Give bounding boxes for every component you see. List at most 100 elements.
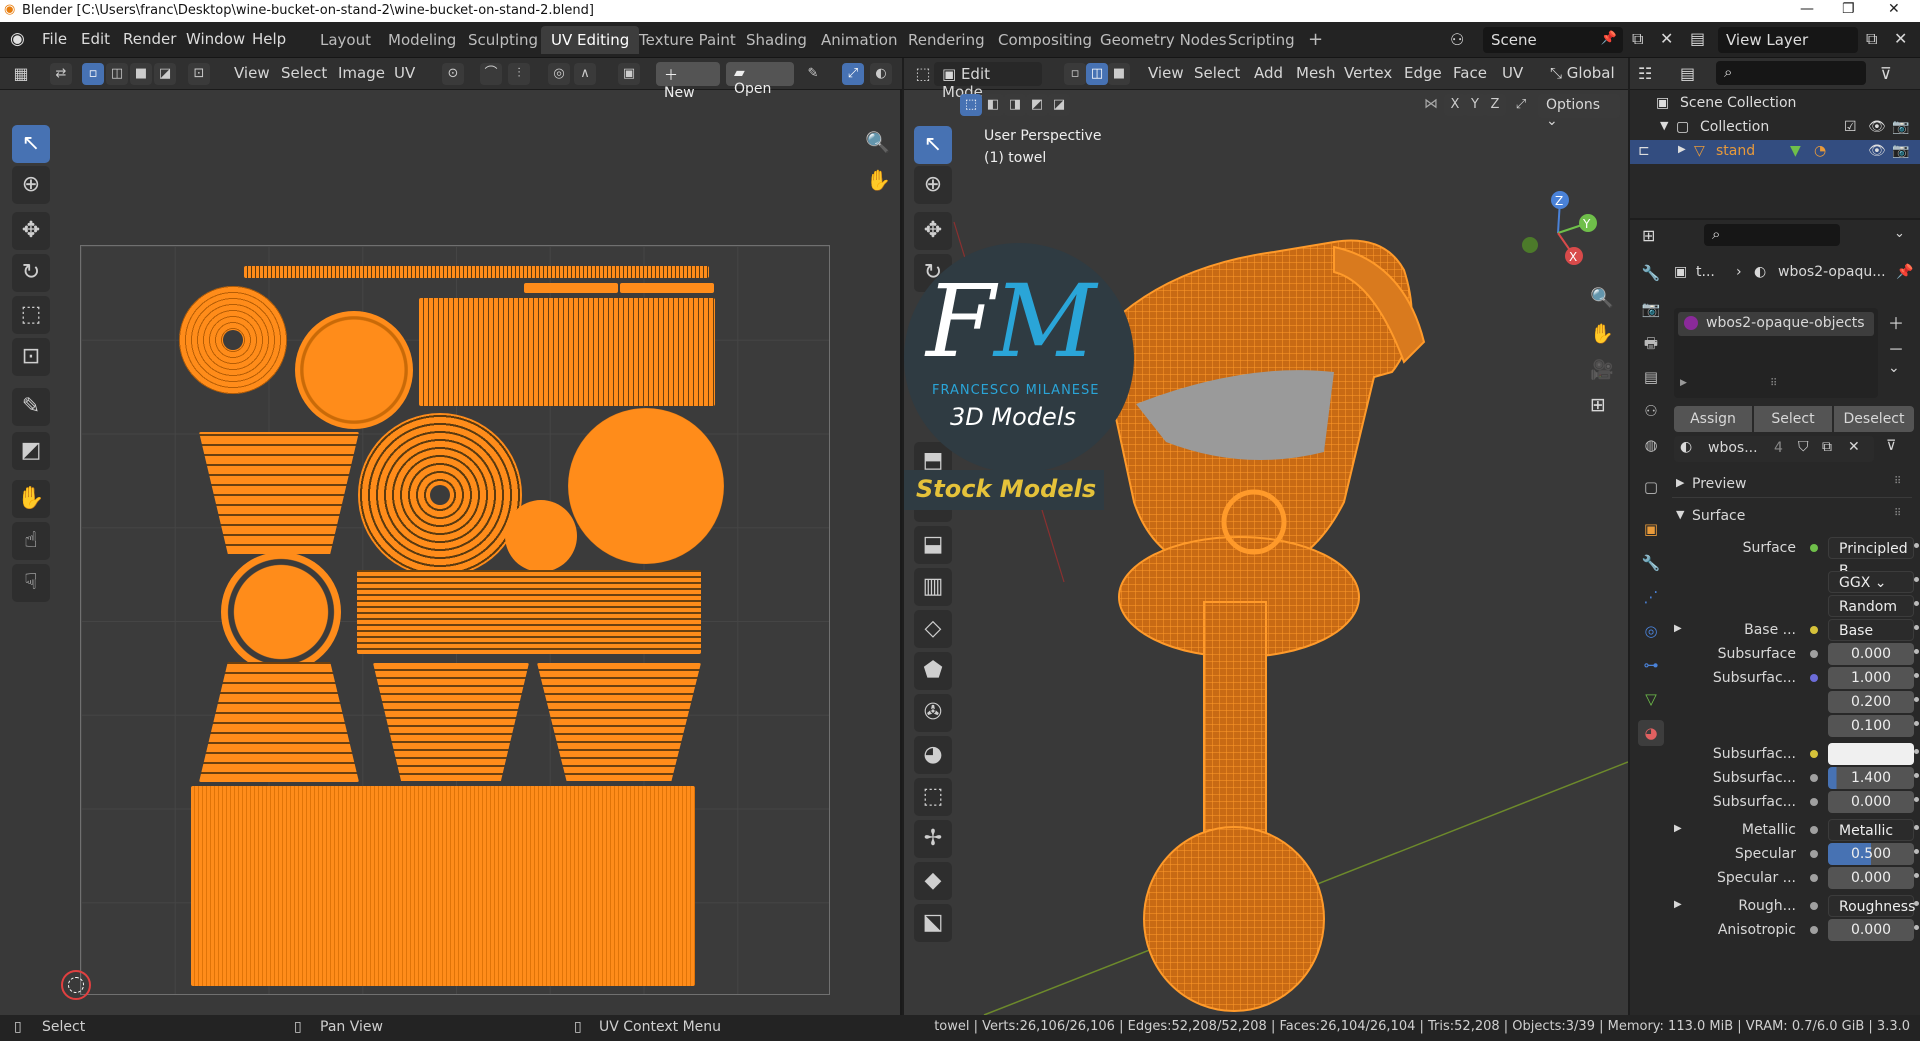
outliner-search-input[interactable]: ⌕ (1716, 61, 1866, 85)
remove-slot-button[interactable]: － (1888, 336, 1904, 360)
auto-merge-icon[interactable]: ⤢ (1510, 94, 1532, 116)
material-slot-item[interactable]: wbos2-opaque-objects (1678, 312, 1874, 336)
uv-island-wall[interactable] (419, 298, 715, 406)
expand-icon[interactable]: ▶ (1674, 623, 1682, 634)
uv-island-cone[interactable] (199, 662, 359, 782)
uv-menu-uv[interactable]: UV (394, 64, 415, 82)
socket-dot-icon[interactable] (1810, 774, 1818, 782)
editor-type-3d-icon[interactable]: ⬚ (912, 63, 934, 85)
face-select-icon[interactable]: ■ (130, 63, 152, 85)
vp-tool-select[interactable]: ↖ (914, 126, 952, 164)
tab-constraints[interactable]: ⊶ (1638, 652, 1664, 678)
keyframe-dot-icon[interactable] (1914, 721, 1919, 726)
socket-dot-icon[interactable] (1810, 544, 1818, 552)
uv-island-small-disc[interactable] (505, 500, 577, 572)
deselect-button[interactable]: Deselect (1834, 406, 1914, 432)
viewport-menu-edge[interactable]: Edge (1404, 64, 1442, 82)
keyframe-dot-icon[interactable] (1914, 773, 1919, 778)
new-image-button[interactable]: ＋ New (656, 62, 720, 101)
property-value[interactable]: Random Walk ⌄ (1828, 595, 1914, 637)
menu-window[interactable]: Window (186, 30, 245, 48)
select-invert-icon[interactable]: ◩ (1026, 94, 1048, 116)
uv-island-band[interactable] (357, 570, 701, 654)
keyframe-dot-icon[interactable] (1914, 849, 1919, 854)
mirror-z-toggle[interactable]: Z (1484, 94, 1506, 116)
vp-tool-knife[interactable]: ◇ (914, 610, 952, 648)
gizmo-y-label[interactable]: Y (1582, 217, 1591, 231)
ortho-toggle-icon[interactable]: ⊞ (1590, 394, 1606, 416)
navigation-gizmo[interactable]: Z Y X (1508, 188, 1608, 278)
socket-dot-icon[interactable] (1810, 626, 1818, 634)
collapse-icon[interactable]: ▶ (1678, 144, 1686, 155)
tab-data[interactable]: ▽ (1638, 686, 1664, 712)
properties-search-input[interactable]: ⌕ (1704, 224, 1840, 246)
pin-properties-icon[interactable]: 📌 (1896, 264, 1913, 280)
property-value[interactable]: Principled B... (1828, 537, 1914, 579)
keyframe-dot-icon[interactable] (1914, 873, 1919, 878)
sync-selection-icon[interactable]: ⇄ (50, 63, 72, 85)
uv-island-bar[interactable] (620, 283, 714, 293)
preview-panel-header[interactable]: ▶ Preview ⠿ (1672, 472, 1912, 498)
delete-scene-icon[interactable]: ✕ (1660, 29, 1673, 48)
property-value[interactable]: 1.000 (1828, 667, 1914, 689)
property-value[interactable]: Metallic (1828, 819, 1914, 841)
property-value[interactable]: 0.000 (1828, 919, 1914, 941)
tab-tool[interactable]: 🔧 (1638, 260, 1664, 286)
slot-expand-icon[interactable]: ▶ (1680, 378, 1687, 388)
vp-tool-shrink[interactable]: ✢ (914, 820, 952, 858)
assign-button[interactable]: Assign (1674, 406, 1752, 432)
edge-select-icon[interactable]: ◫ (106, 63, 128, 85)
viewport-menu-mesh[interactable]: Mesh (1296, 64, 1336, 82)
vp-tool-move[interactable]: ✥ (914, 212, 952, 250)
drag-handle-icon[interactable]: ⠿ (1894, 508, 1901, 519)
viewport-menu-view[interactable]: View (1148, 64, 1184, 82)
socket-dot-icon[interactable] (1810, 826, 1818, 834)
uv-island-ring[interactable] (358, 413, 522, 577)
outliner-type-icon[interactable]: ☷ (1638, 64, 1652, 83)
keyframe-dot-icon[interactable] (1914, 601, 1919, 606)
tab-modifiers[interactable]: 🔧 (1638, 550, 1664, 576)
keyframe-dot-icon[interactable] (1914, 797, 1919, 802)
property-value[interactable]: Roughness (1828, 895, 1915, 917)
tab-render[interactable]: 📷 (1638, 296, 1664, 322)
new-view-layer-icon[interactable]: ⧉ (1866, 29, 1877, 49)
duplicate-material-icon[interactable]: ⧉ (1822, 439, 1832, 455)
pin-image-icon[interactable]: ✎ (802, 63, 824, 85)
delete-view-layer-icon[interactable]: ✕ (1894, 29, 1907, 48)
property-value[interactable]: 0.100 (1828, 715, 1914, 737)
edge-mode-icon[interactable]: ◫ (1086, 63, 1108, 85)
tab-rendering[interactable]: Rendering (898, 26, 995, 54)
select-button[interactable]: Select (1754, 406, 1832, 432)
select-box-icon[interactable]: ⬚ (960, 94, 982, 116)
vp-tool-loop-cut[interactable]: ▥ (914, 568, 952, 606)
island-select-icon[interactable]: ◪ (154, 63, 176, 85)
tab-output[interactable]: 🖶 (1638, 330, 1664, 356)
vp-tool-shear[interactable]: ◆ (914, 862, 952, 900)
material-datablock[interactable]: ◐ wbos... 4 ⛉ ⧉ ✕ (1674, 436, 1874, 462)
select-extend-icon[interactable]: ◧ (982, 94, 1004, 116)
viewport-menu-select[interactable]: Select (1194, 64, 1240, 82)
uv-menu-image[interactable]: Image (338, 64, 385, 82)
property-value[interactable]: 0.000 (1828, 643, 1914, 665)
editor-type-icon[interactable]: ▦ (10, 63, 32, 85)
tab-collection[interactable]: ▢ (1638, 474, 1664, 500)
keyframe-dot-icon[interactable] (1914, 577, 1919, 582)
maximize-button[interactable]: ❐ (1842, 1, 1855, 17)
keyframe-dot-icon[interactable] (1914, 625, 1919, 630)
viewport-menu-vertex[interactable]: Vertex (1344, 64, 1392, 82)
property-value[interactable]: GGX ⌄ (1828, 571, 1914, 593)
menu-edit[interactable]: Edit (81, 30, 110, 48)
uv-editor[interactable]: ▦ ⇄ ▫ ◫ ■ ◪ ⊡ View Select Image UV ⊙ ⌒ ⫶… (0, 58, 902, 1015)
uv-island-strip[interactable] (244, 266, 709, 278)
uv-island-base[interactable] (191, 786, 695, 986)
tab-animation[interactable]: Animation (811, 26, 907, 54)
property-value[interactable]: 0.200 (1828, 691, 1914, 713)
scene-icon[interactable]: ⚇ (1450, 30, 1464, 49)
keyframe-dot-icon[interactable] (1914, 649, 1919, 654)
tab-scene[interactable]: ⚇ (1638, 398, 1664, 424)
mode-selector[interactable]: ▣ Edit Mode (934, 62, 1042, 101)
mirror-x-toggle[interactable]: X (1444, 94, 1466, 116)
tool-scale[interactable]: ⬚ (12, 296, 50, 334)
keyframe-dot-icon[interactable] (1914, 925, 1919, 930)
resize-handle-icon[interactable]: ⠿ (1770, 378, 1777, 389)
